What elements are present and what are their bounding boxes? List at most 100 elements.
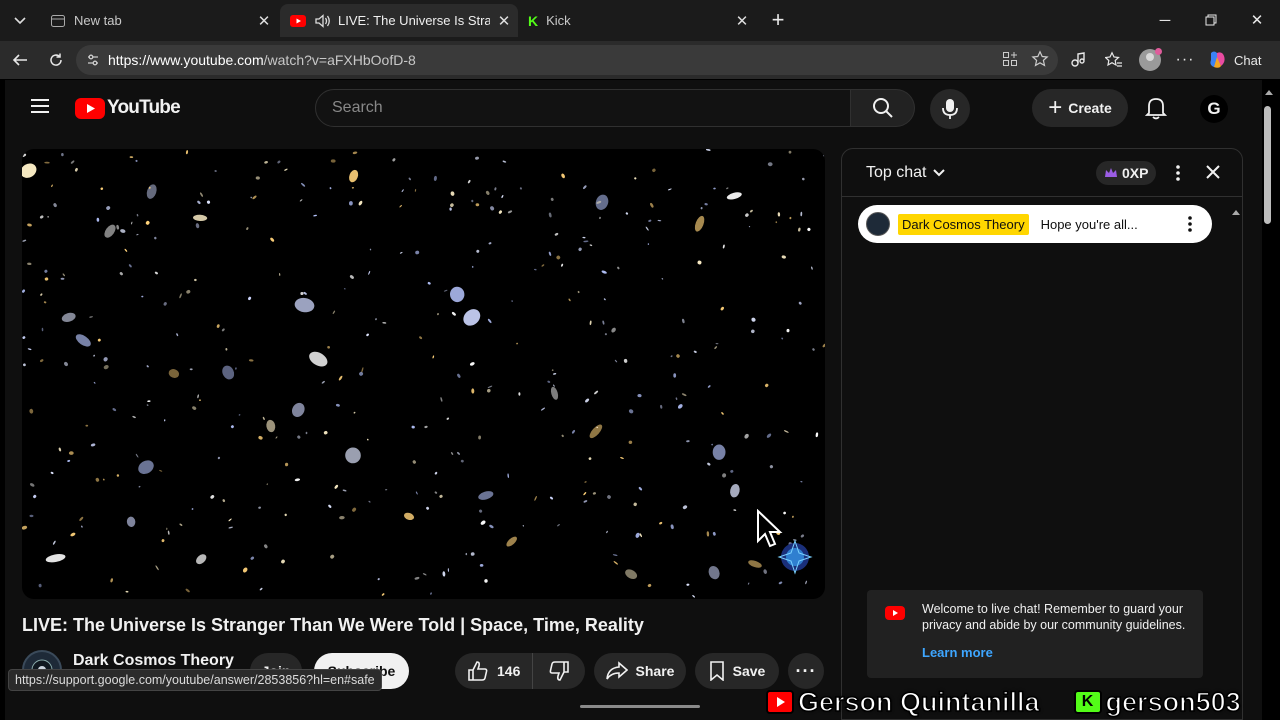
notifications-button[interactable] (1144, 96, 1168, 125)
galaxy-dot (502, 160, 507, 163)
chat-mode-dropdown[interactable]: Top chat (866, 164, 946, 182)
galaxy-dot (250, 556, 255, 560)
chat-more-button[interactable] (1168, 161, 1188, 185)
galaxy-dot (594, 390, 599, 395)
streamer-overlay: Gerson Quintanilla K gerson503 (766, 684, 1280, 720)
galaxy-dot (751, 317, 756, 322)
galaxy-dot (138, 485, 141, 488)
copilot-label: Chat (1234, 52, 1262, 68)
kick-favicon-icon: K (528, 12, 539, 29)
search-button[interactable] (851, 89, 915, 127)
galaxy-dot (246, 227, 249, 230)
galaxy-dot (210, 495, 215, 499)
youtube-logo-text: YouTube (107, 97, 181, 118)
galaxy-dot (61, 312, 76, 323)
restore-button[interactable] (1188, 0, 1234, 40)
tab-kick[interactable]: K Kick ✕ (518, 4, 756, 37)
galaxy-dot (138, 460, 154, 475)
galaxy-dot (281, 559, 285, 564)
share-button[interactable]: Share (594, 653, 686, 689)
galaxy-dot (501, 194, 504, 199)
settings-more-button[interactable]: ··· (1170, 45, 1200, 75)
galaxy-dot (815, 432, 819, 438)
youtube-logo[interactable]: YouTube (75, 97, 181, 119)
site-info-icon[interactable] (86, 53, 100, 67)
galaxy-dot (414, 188, 417, 192)
profile-button[interactable] (1135, 45, 1165, 75)
galaxy-dot (713, 187, 716, 190)
galaxy-dot (179, 293, 182, 299)
galaxy-dot (647, 243, 650, 245)
galaxy-dot (62, 273, 65, 277)
xp-badge[interactable]: 0XP (1096, 161, 1157, 185)
galaxy-dot (399, 251, 403, 254)
close-window-button[interactable]: ✕ (1234, 0, 1280, 40)
channel-name[interactable]: Dark Cosmos Theory (73, 652, 234, 670)
galaxy-dot (433, 175, 437, 181)
page-scrollbar[interactable] (1264, 84, 1274, 684)
galaxy-dot (490, 206, 495, 211)
search-input[interactable]: Search (315, 89, 851, 127)
close-chat-button[interactable] (1204, 163, 1222, 186)
refresh-button[interactable] (41, 45, 71, 75)
scroll-up-arrow-icon[interactable] (1232, 208, 1240, 216)
close-tab-icon[interactable]: ✕ (728, 12, 756, 30)
scrollbar-thumb[interactable] (1264, 106, 1271, 224)
learn-more-link[interactable]: Learn more (922, 645, 993, 660)
account-avatar[interactable]: G (1200, 95, 1228, 123)
galaxy-dot (686, 440, 690, 443)
galaxy-dot (494, 187, 497, 191)
galaxy-dot (342, 489, 347, 492)
tab-new-tab[interactable]: New tab ✕ (40, 4, 278, 37)
search-icon (872, 98, 893, 118)
galaxy-dot (582, 236, 586, 239)
address-input[interactable]: https://www.youtube.com/watch?v=aFXHbOof… (76, 45, 1058, 75)
youtube-logo-icon (885, 606, 905, 620)
tab-title: Kick (546, 13, 571, 28)
galaxy-dot (185, 588, 190, 593)
galaxy-dot (647, 583, 652, 588)
galaxy-dot (706, 531, 710, 537)
galaxy-dot (22, 163, 37, 178)
galaxy-dot (85, 424, 89, 427)
galaxy-dot (800, 481, 803, 483)
galaxy-dot (199, 192, 204, 197)
voice-search-button[interactable] (930, 89, 970, 129)
extensions-button[interactable] (1063, 45, 1093, 75)
scroll-up-arrow-icon[interactable] (1264, 87, 1274, 97)
back-button[interactable] (5, 45, 35, 75)
galaxy-dot (807, 227, 811, 232)
dislike-button[interactable] (533, 653, 585, 689)
galaxy-dot (451, 311, 456, 316)
hamburger-menu-button[interactable] (29, 97, 51, 120)
xp-label: 0XP (1122, 165, 1149, 181)
close-tab-icon[interactable]: ✕ (250, 12, 278, 30)
copilot-chat-button[interactable]: Chat (1206, 45, 1272, 75)
restore-icon (1205, 14, 1217, 26)
like-button[interactable]: 146 (455, 653, 533, 689)
close-tab-icon[interactable]: ✕ (490, 12, 518, 30)
minimize-button[interactable]: ─ (1142, 0, 1188, 40)
galaxy-dot (22, 336, 26, 339)
galaxy-dot (633, 502, 637, 507)
galaxy-dot (457, 373, 461, 378)
chat-scrollbar[interactable] (1232, 203, 1240, 673)
channel-watermark-icon[interactable] (777, 539, 813, 575)
new-tab-button[interactable]: + (763, 5, 793, 35)
favorite-star-icon[interactable] (1031, 50, 1049, 71)
tab-youtube-live[interactable]: LIVE: The Universe Is Stranger ✕ (280, 4, 518, 37)
speaker-icon[interactable] (314, 13, 332, 29)
message-menu-button[interactable] (1188, 216, 1192, 235)
galaxy-dot (89, 316, 93, 318)
pinned-chat-message[interactable]: Dark Cosmos Theory Hope you're all... (858, 205, 1212, 243)
favorites-button[interactable] (1099, 45, 1129, 75)
galaxy-dot (670, 524, 674, 530)
tab-list-button[interactable] (5, 5, 35, 35)
create-button[interactable]: + Create (1032, 89, 1128, 127)
video-player[interactable] (22, 149, 825, 599)
galaxy-dot (45, 554, 66, 563)
galaxy-dot (384, 488, 388, 491)
chat-header: Top chat 0XP (842, 149, 1242, 197)
galaxy-dot (485, 190, 490, 195)
app-available-icon[interactable] (1002, 51, 1018, 70)
